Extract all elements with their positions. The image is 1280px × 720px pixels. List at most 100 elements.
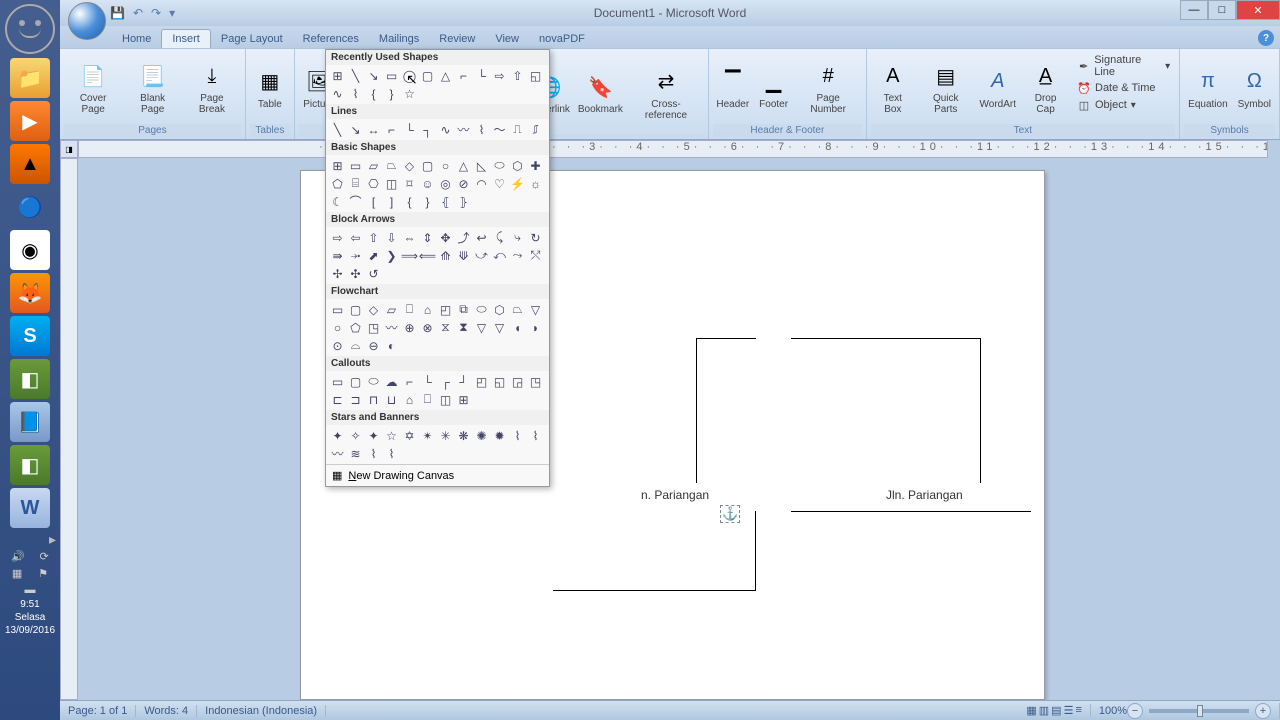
co-rect-icon[interactable]: ▭	[329, 373, 346, 390]
ar-notch-icon[interactable]: ⤞	[347, 247, 364, 264]
line-double-icon[interactable]: ↔	[365, 121, 382, 138]
bs-brace-l-icon[interactable]: {	[401, 193, 418, 210]
system-tray-3[interactable]: ▬	[0, 582, 60, 598]
bs-brace-r-icon[interactable]: }	[419, 193, 436, 210]
view-draft-icon[interactable]: ≡	[1075, 704, 1081, 717]
ar-c2-icon[interactable]: ⤺	[491, 247, 508, 264]
fc-ext-icon[interactable]: ▽	[473, 319, 490, 336]
st-scroll2-icon[interactable]: ⌇	[383, 445, 400, 462]
line-curve2-icon[interactable]: 〰	[455, 121, 472, 138]
tab-novapdf[interactable]: novaPDF	[529, 30, 595, 48]
ar-chev-icon[interactable]: ❯	[383, 247, 400, 264]
shape-brace-r-icon[interactable]: }	[383, 85, 400, 102]
co-b6-icon[interactable]: ⎕	[419, 391, 436, 408]
zoom-slider[interactable]	[1149, 709, 1249, 713]
page-break-button[interactable]: ⤓Page Break	[183, 51, 241, 124]
shape-curve-icon[interactable]: ∿	[329, 85, 346, 102]
undo-icon[interactable]: ↶	[133, 6, 143, 20]
co-b5-icon[interactable]: ⌂	[401, 391, 418, 408]
co-l2-icon[interactable]: └	[419, 373, 436, 390]
st-4pt-icon[interactable]: ✦	[365, 427, 382, 444]
header-button[interactable]: ▔Header	[713, 51, 752, 124]
bs-textbox-icon[interactable]: ⊞	[329, 157, 346, 174]
co-a2-icon[interactable]: ◱	[491, 373, 508, 390]
notepad-icon[interactable]: 📘	[10, 402, 50, 442]
horizontal-ruler[interactable]: · · ·2· · ·1· · · · · ·1· · ·2· · ·3· · …	[78, 140, 1268, 158]
co-b2-icon[interactable]: ⊐	[347, 391, 364, 408]
close-button[interactable]: ✕	[1236, 0, 1280, 20]
object-button[interactable]: ◫Object ▾	[1074, 97, 1173, 113]
fc-int-icon[interactable]: ⌂	[419, 301, 436, 318]
ar-up-icon[interactable]: ⇧	[365, 229, 382, 246]
ar-striped-icon[interactable]: ⇛	[329, 247, 346, 264]
shape-oval-icon[interactable]: ◯	[401, 67, 418, 84]
bs-brace2-r-icon[interactable]: ⦄	[455, 193, 472, 210]
bs-trap-icon[interactable]: ⏢	[383, 157, 400, 174]
tab-view[interactable]: View	[485, 30, 529, 48]
shape-blockarrow-icon[interactable]: ⇨	[491, 67, 508, 84]
fc-data-icon[interactable]: ▱	[383, 301, 400, 318]
shape-brace-l-icon[interactable]: {	[365, 85, 382, 102]
bs-arc-icon[interactable]: ◠	[473, 175, 490, 192]
redo-icon[interactable]: ↷	[151, 6, 161, 20]
fc-dec-icon[interactable]: ◇	[365, 301, 382, 318]
shape-star-icon[interactable]: ☆	[401, 85, 418, 102]
bs-tri-icon[interactable]: △	[455, 157, 472, 174]
st-32pt-icon[interactable]: ✹	[491, 427, 508, 444]
ar-right-icon[interactable]: ⇨	[329, 229, 346, 246]
shape-elbow-icon[interactable]: ⌐	[455, 67, 472, 84]
shape-callout-icon[interactable]: ◱	[527, 67, 544, 84]
fc-proc-icon[interactable]: ▭	[329, 301, 346, 318]
co-l1-icon[interactable]: ⌐	[401, 373, 418, 390]
ar-bent2-icon[interactable]: ⤷	[509, 229, 526, 246]
symbol-button[interactable]: ΩSymbol	[1234, 51, 1275, 124]
st-7pt-icon[interactable]: ✴	[419, 427, 436, 444]
shape-textbox-icon[interactable]: ⊞	[329, 67, 346, 84]
shape-road-top-left[interactable]	[696, 338, 756, 483]
st-rib2-icon[interactable]: ⌇	[527, 427, 544, 444]
ar-ud-icon[interactable]: ⇕	[419, 229, 436, 246]
co-l3-icon[interactable]: ┌	[437, 373, 454, 390]
table-button[interactable]: ▦Table	[250, 51, 290, 124]
view-print-icon[interactable]: ▦	[1026, 704, 1036, 717]
bs-para-icon[interactable]: ▱	[365, 157, 382, 174]
shape-rect-icon[interactable]: ▭	[383, 67, 400, 84]
tab-home[interactable]: Home	[112, 30, 161, 48]
bs-oval-icon[interactable]: ⬭	[491, 157, 508, 174]
ar-quad-icon[interactable]: ✥	[437, 229, 454, 246]
bs-fold-icon[interactable]: ⌑	[401, 175, 418, 192]
page-number-button[interactable]: #Page Number	[795, 51, 862, 124]
fc-stor-icon[interactable]: ◖	[509, 319, 526, 336]
crossref-button[interactable]: ⇄Cross-reference	[628, 51, 704, 135]
wordart-button[interactable]: AWordArt	[976, 51, 1019, 124]
bs-heart-icon[interactable]: ♡	[491, 175, 508, 192]
ar-c4-icon[interactable]: ⤲	[527, 247, 544, 264]
st-scroll-icon[interactable]: ⌇	[365, 445, 382, 462]
office-button[interactable]	[68, 2, 106, 40]
word-icon[interactable]: W	[10, 488, 50, 528]
fc-multi-icon[interactable]: ⧉	[455, 301, 472, 318]
line-arrow-icon[interactable]: ↘	[347, 121, 364, 138]
help-icon[interactable]: ?	[1258, 30, 1274, 46]
camtasia-icon[interactable]: ◧	[10, 359, 50, 399]
tab-page-layout[interactable]: Page Layout	[211, 30, 293, 48]
co-a1-icon[interactable]: ◰	[473, 373, 490, 390]
shape-roundrect-icon[interactable]: ▢	[419, 67, 436, 84]
system-tray-2[interactable]: ▦⚑	[0, 565, 60, 582]
co-a3-icon[interactable]: ◲	[509, 373, 526, 390]
bs-bracket-l-icon[interactable]: [	[365, 193, 382, 210]
fc-merge-icon[interactable]: ▽	[491, 319, 508, 336]
signature-line-button[interactable]: ✒Signature Line ▾	[1074, 53, 1173, 79]
st-exp1-icon[interactable]: ✦	[329, 427, 346, 444]
zoom-in-button[interactable]: +	[1255, 703, 1271, 719]
fc-pred-icon[interactable]: ⎕	[401, 301, 418, 318]
bs-bolt-icon[interactable]: ⚡	[509, 175, 526, 192]
bookmark-button[interactable]: 🔖Bookmark	[575, 51, 626, 135]
shape-elbow2-icon[interactable]: └	[473, 67, 490, 84]
ar-c5-icon[interactable]: ✢	[329, 265, 346, 282]
co-l4-icon[interactable]: ┘	[455, 373, 472, 390]
ar-curved-icon[interactable]: ↻	[527, 229, 544, 246]
ar-rco-icon[interactable]: ⟹	[401, 247, 418, 264]
bs-moon-icon[interactable]: ☾	[329, 193, 346, 210]
shape-road-top-right[interactable]	[791, 338, 981, 483]
